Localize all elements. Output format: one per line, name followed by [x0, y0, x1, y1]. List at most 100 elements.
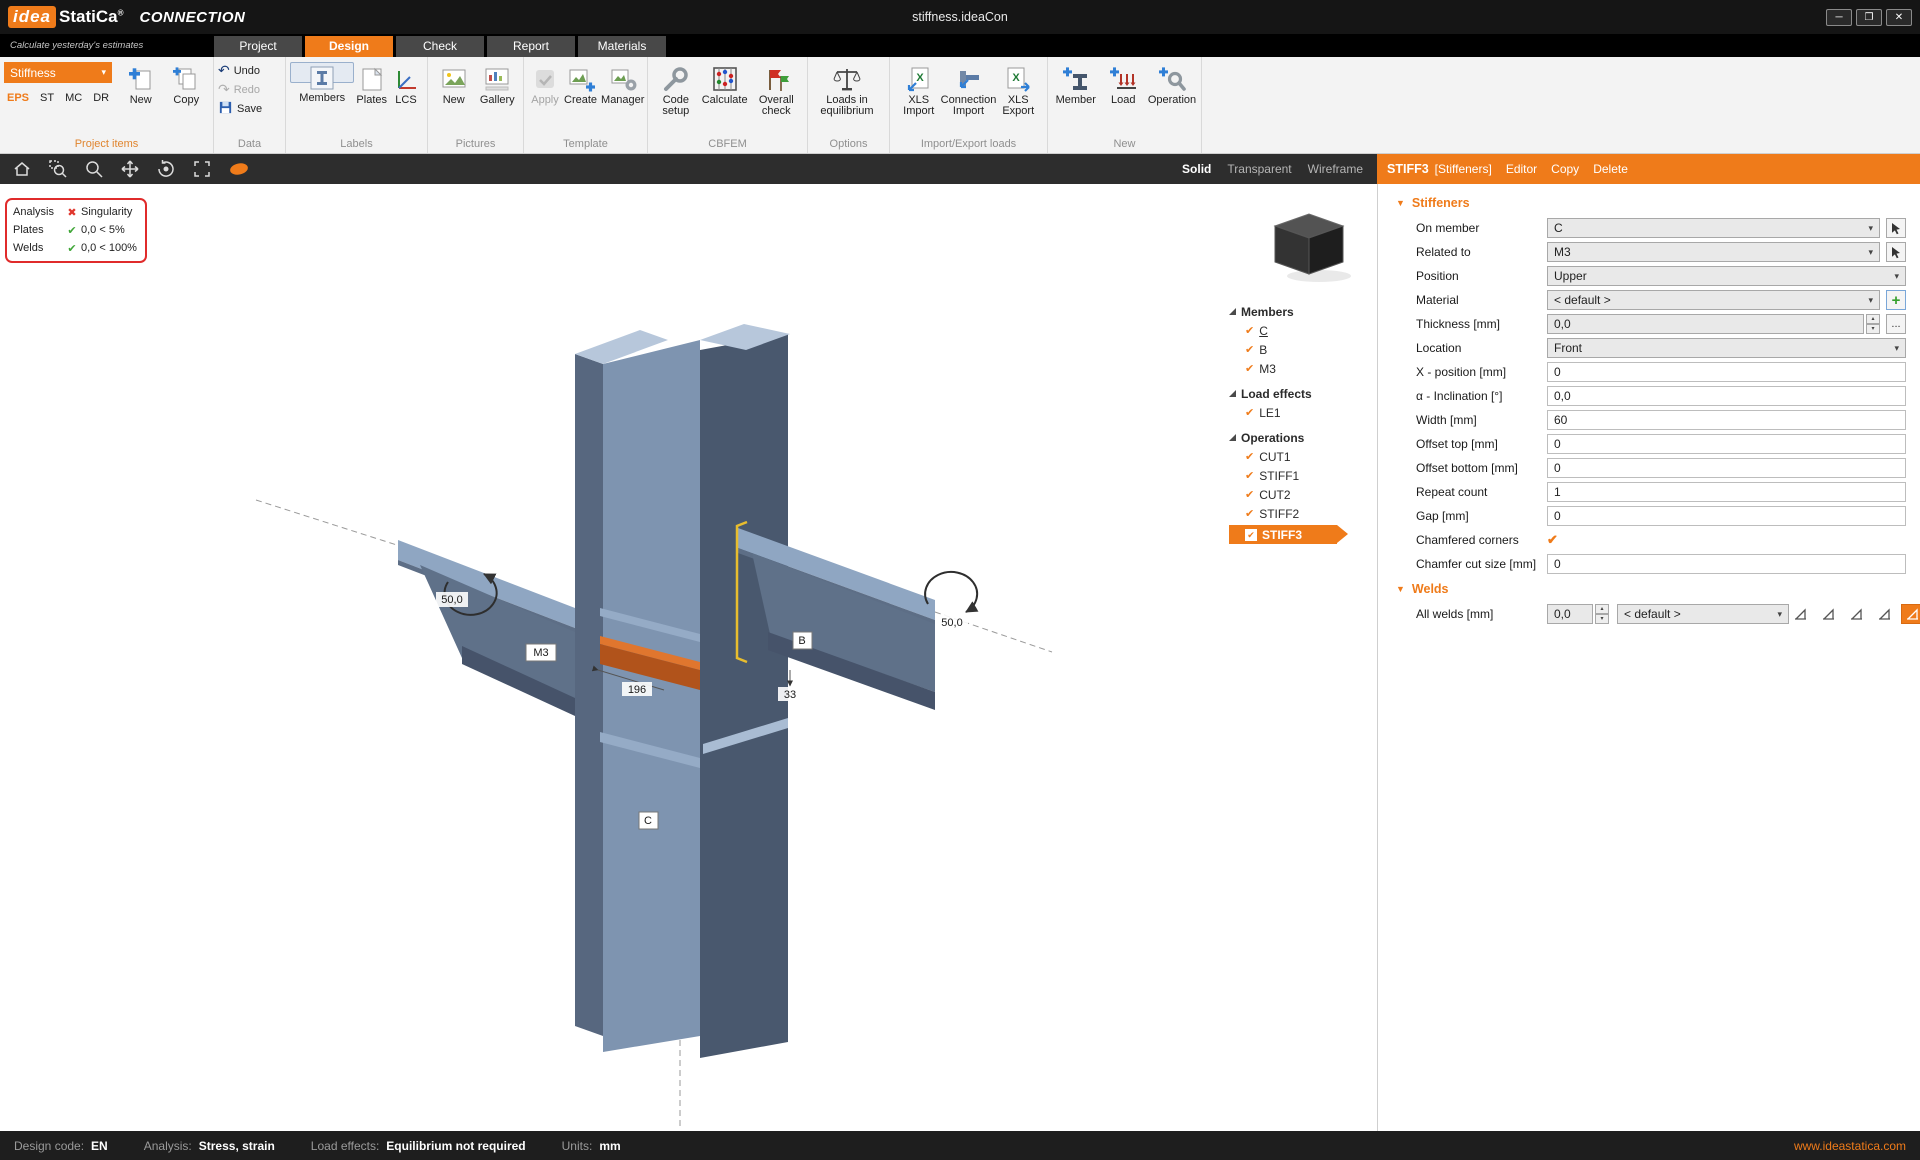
- home-view-icon[interactable]: [12, 159, 32, 179]
- close-button[interactable]: ✕: [1886, 9, 1912, 26]
- beam-m3[interactable]: [398, 540, 575, 716]
- prop-material-dropdown[interactable]: < default >▾: [1547, 290, 1880, 310]
- mode-mc[interactable]: MC: [65, 92, 82, 104]
- new-load-button[interactable]: Load: [1100, 60, 1148, 109]
- members-labels-button[interactable]: Members: [290, 62, 354, 83]
- apply-template-button[interactable]: Apply: [528, 60, 562, 109]
- clay-view-icon[interactable]: [228, 159, 250, 179]
- website-link[interactable]: www.ideastatica.com: [1794, 1139, 1906, 1153]
- undo-button[interactable]: ↶ Undo: [218, 62, 260, 79]
- zoom-icon[interactable]: [84, 159, 104, 179]
- connection-import-button[interactable]: Connection Import: [944, 60, 994, 120]
- prop-offset-bottom-mm-input[interactable]: 0: [1547, 458, 1906, 478]
- code-setup-button[interactable]: Code setup: [652, 60, 700, 120]
- prop-gap-mm-input[interactable]: 0: [1547, 506, 1906, 526]
- prop-x-position-mm-input[interactable]: 0: [1547, 362, 1906, 382]
- panel-delete-button[interactable]: Delete: [1593, 162, 1628, 176]
- tab-project[interactable]: Project: [214, 36, 302, 57]
- prop-thickness-mm-input[interactable]: 0,0: [1547, 314, 1864, 334]
- zoom-fit-icon[interactable]: [192, 159, 212, 179]
- tab-design[interactable]: Design: [305, 36, 393, 57]
- tree-item-m3[interactable]: ✔M3: [1229, 359, 1367, 378]
- view-mode-transparent[interactable]: Transparent: [1227, 162, 1291, 176]
- template-manager-button[interactable]: Manager: [599, 60, 646, 109]
- tree-item-c[interactable]: ✔C: [1229, 321, 1367, 340]
- prop-on-member-dropdown[interactable]: C▾: [1547, 218, 1880, 238]
- weld-material-dropdown[interactable]: < default >▾: [1617, 604, 1789, 624]
- loads-in-equilibrium-button[interactable]: Loads in equilibrium: [812, 60, 882, 120]
- all-welds-spinner[interactable]: ▴▾: [1595, 604, 1609, 624]
- new-operation-button[interactable]: Operation: [1147, 60, 1197, 109]
- prop-row-repeat-count: Repeat count1: [1378, 480, 1920, 504]
- prop-related-to-dropdown[interactable]: M3▾: [1547, 242, 1880, 262]
- add-material-button[interactable]: +: [1886, 290, 1906, 310]
- checkbox-checked-icon[interactable]: ✔: [1547, 532, 1558, 548]
- view-mode-solid[interactable]: Solid: [1182, 162, 1211, 176]
- tree-section-header-members[interactable]: Members: [1229, 302, 1367, 321]
- navigation-cube[interactable]: [1263, 204, 1355, 284]
- editor-button[interactable]: Editor: [1506, 162, 1537, 176]
- select-pointer-button[interactable]: [1886, 218, 1906, 238]
- all-welds-input[interactable]: 0,0: [1547, 604, 1593, 624]
- tree-item-stiff2[interactable]: ✔STIFF2: [1229, 504, 1367, 523]
- members-label: Members: [299, 93, 345, 104]
- tree-item-stiff1[interactable]: ✔STIFF1: [1229, 466, 1367, 485]
- tab-report[interactable]: Report: [487, 36, 575, 57]
- prop-offset-top-mm-input[interactable]: 0: [1547, 434, 1906, 454]
- copy-project-item-button[interactable]: Copy: [164, 60, 210, 109]
- column-member[interactable]: [575, 324, 790, 1058]
- weld-icon-2[interactable]: [1817, 604, 1840, 624]
- weld-icon-active[interactable]: [1901, 604, 1920, 624]
- mode-st[interactable]: ST: [40, 92, 54, 104]
- new-picture-button[interactable]: New: [432, 60, 476, 109]
- prop-location-dropdown[interactable]: Front▾: [1547, 338, 1906, 358]
- plates-labels-button[interactable]: Plates: [354, 60, 389, 109]
- weld-icon-1[interactable]: [1789, 604, 1812, 624]
- weld-icon-4[interactable]: [1873, 604, 1896, 624]
- tree-item-cut1[interactable]: ✔CUT1: [1229, 447, 1367, 466]
- xls-export-button[interactable]: X XLS Export: [994, 60, 1044, 120]
- tree-item-le1[interactable]: ✔LE1: [1229, 403, 1367, 422]
- prop-width-mm-input[interactable]: 60: [1547, 410, 1906, 430]
- prop-chamfer-cut-size-mm-input[interactable]: 0: [1547, 554, 1906, 574]
- tree-item-stiff3[interactable]: ✔STIFF3: [1229, 525, 1337, 544]
- spinner[interactable]: ▴▾: [1866, 314, 1880, 334]
- tree-item-b[interactable]: ✔B: [1229, 340, 1367, 359]
- lcs-labels-button[interactable]: LCS: [389, 60, 423, 109]
- orbit-icon[interactable]: [156, 159, 176, 179]
- section-welds[interactable]: ▼ Welds: [1378, 576, 1920, 602]
- prop-inclination-input[interactable]: 0,0: [1547, 386, 1906, 406]
- tree-item-cut2[interactable]: ✔CUT2: [1229, 485, 1367, 504]
- section-stiffeners[interactable]: ▼ Stiffeners: [1378, 190, 1920, 216]
- prop-row-width-mm: Width [mm]60: [1378, 408, 1920, 432]
- create-template-button[interactable]: Create: [562, 60, 599, 109]
- tab-check[interactable]: Check: [396, 36, 484, 57]
- zoom-window-icon[interactable]: [48, 159, 68, 179]
- xls-import-button[interactable]: X XLS Import: [894, 60, 944, 120]
- pan-icon[interactable]: [120, 159, 140, 179]
- maximize-button[interactable]: ❐: [1856, 9, 1882, 26]
- view-mode-wireframe[interactable]: Wireframe: [1308, 162, 1363, 176]
- mode-eps[interactable]: EPS: [7, 92, 29, 104]
- project-item-selector[interactable]: Stiffness ▾: [4, 62, 112, 83]
- mode-dr[interactable]: DR: [93, 92, 109, 104]
- redo-button[interactable]: ↷ Redo: [218, 81, 260, 98]
- gallery-button[interactable]: Gallery: [476, 60, 520, 109]
- select-pointer-button[interactable]: [1886, 242, 1906, 262]
- new-project-item-button[interactable]: New: [118, 60, 164, 109]
- panel-copy-button[interactable]: Copy: [1551, 162, 1579, 176]
- new-member-button[interactable]: Member: [1052, 60, 1100, 109]
- overall-check-button[interactable]: Overall check: [750, 60, 803, 120]
- more-options-button[interactable]: ...: [1886, 314, 1906, 334]
- viewport-3d[interactable]: 50,0 50,0 196 33 M3 B C Analysis✖Singula…: [0, 184, 1377, 1131]
- svg-text:X: X: [916, 72, 924, 84]
- tree-section-header-load-effects[interactable]: Load effects: [1229, 384, 1367, 403]
- tab-materials[interactable]: Materials: [578, 36, 666, 57]
- save-button[interactable]: Save: [218, 100, 262, 117]
- prop-position-dropdown[interactable]: Upper▾: [1547, 266, 1906, 286]
- minimize-button[interactable]: ─: [1826, 9, 1852, 26]
- tree-section-header-operations[interactable]: Operations: [1229, 428, 1367, 447]
- weld-icon-3[interactable]: [1845, 604, 1868, 624]
- calculate-button[interactable]: Calculate: [700, 60, 750, 109]
- prop-repeat-count-input[interactable]: 1: [1547, 482, 1906, 502]
